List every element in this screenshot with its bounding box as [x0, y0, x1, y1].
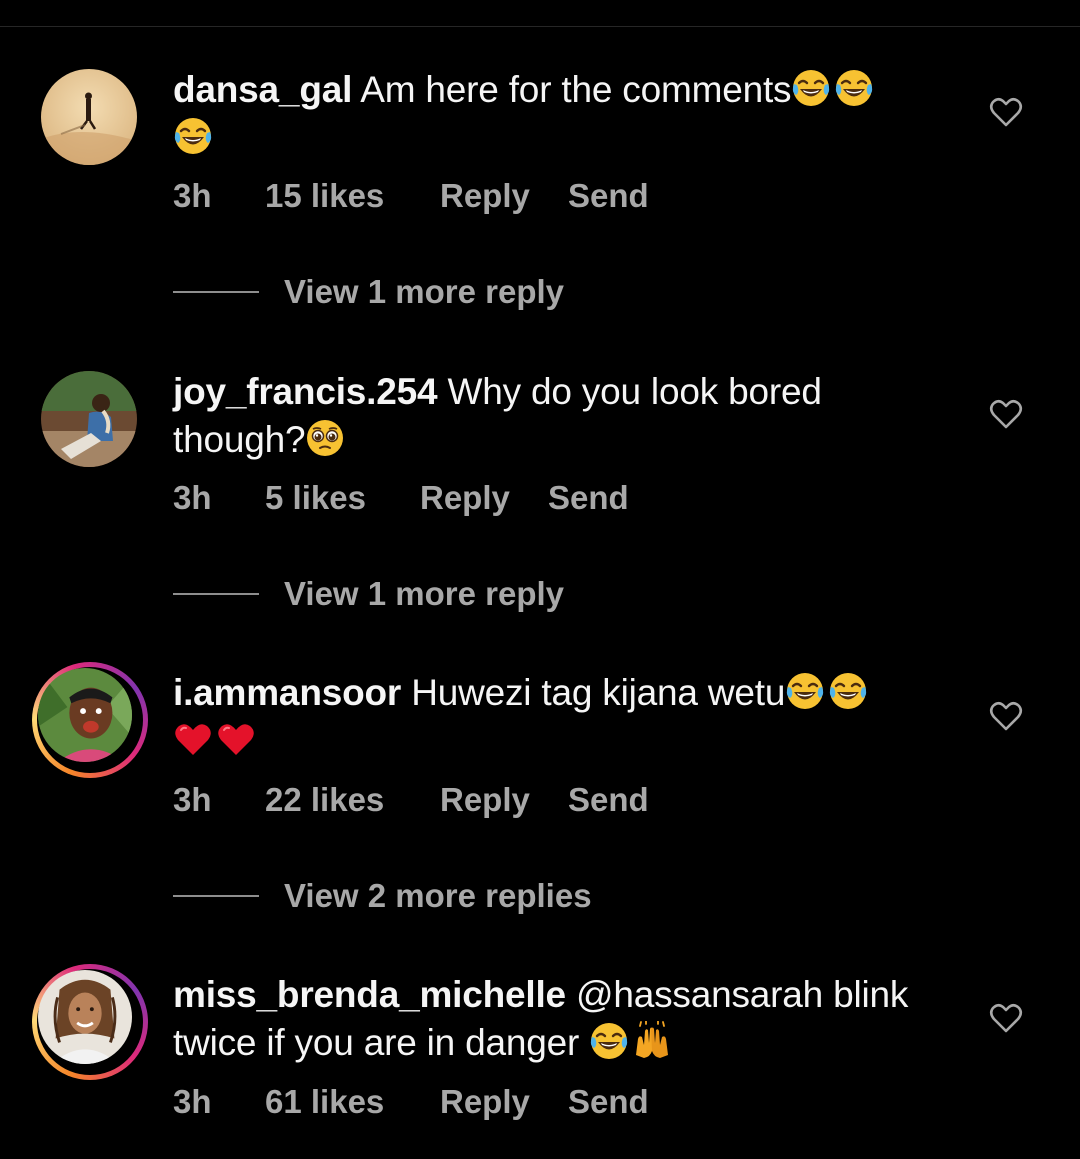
comment-time: 3h — [173, 781, 212, 818]
comment-body: Am here for the comments — [360, 69, 792, 110]
replies-divider — [173, 291, 259, 293]
like-heart-icon[interactable] — [989, 1001, 1023, 1035]
comment-body-continued: though? — [173, 419, 306, 460]
avatar[interactable] — [41, 371, 137, 467]
avatar-image — [38, 970, 132, 1064]
reply-button[interactable]: Reply — [420, 478, 510, 518]
avatar-image — [38, 668, 132, 762]
view-replies-button[interactable]: View 1 more reply — [284, 272, 564, 312]
tears-of-joy-emoji-icon — [589, 1021, 629, 1061]
raising-hands-emoji-icon — [635, 1021, 670, 1059]
like-heart-icon[interactable] — [989, 397, 1023, 431]
pleading-face-emoji-icon — [306, 419, 345, 457]
comment-body: Why do you look bored — [447, 371, 822, 412]
tears-of-joy-emoji-icon — [835, 68, 874, 108]
send-button[interactable]: Send — [568, 1082, 649, 1122]
reply-button[interactable]: Reply — [440, 176, 530, 216]
tears-of-joy-emoji-icon — [792, 68, 831, 108]
avatar[interactable] — [41, 69, 137, 165]
comment-text: miss_brenda_michelle @hassansarah blink t… — [173, 971, 953, 1067]
comment-text: joy_francis.254 Why do you look bored tho… — [173, 368, 953, 464]
view-replies-button[interactable]: View 2 more replies — [284, 876, 592, 916]
comment-text: dansa_gal Am here for the comments — [173, 66, 953, 162]
comment-mention[interactable]: @hassansarah — [576, 974, 823, 1015]
comment-time: 3h — [173, 177, 212, 214]
reply-button[interactable]: Reply — [440, 780, 530, 820]
avatar-story-ring[interactable] — [32, 964, 148, 1080]
comment-body-continued: twice if you are in danger — [173, 1022, 580, 1063]
comment-likes[interactable]: 22 likes — [265, 780, 384, 820]
tears-of-joy-emoji-icon — [173, 116, 213, 156]
send-button[interactable]: Send — [548, 478, 629, 518]
comment-likes[interactable]: 5 likes — [265, 478, 366, 518]
send-button[interactable]: Send — [568, 780, 649, 820]
top-divider — [0, 26, 1080, 27]
send-button[interactable]: Send — [568, 176, 649, 216]
replies-divider — [173, 593, 259, 595]
comment-body: Huwezi tag kijana wetu — [411, 672, 786, 713]
red-heart-emoji-icon — [174, 723, 212, 756]
comment-text: i.ammansoor Huwezi tag kijana wetu — [173, 669, 953, 765]
comment-likes[interactable]: 61 likes — [265, 1082, 384, 1122]
comment-time: 3h — [173, 1083, 212, 1120]
comment-username[interactable]: miss_brenda_michelle — [173, 974, 566, 1015]
tears-of-joy-emoji-icon — [828, 671, 868, 711]
avatar-story-ring[interactable] — [32, 662, 148, 778]
avatar-image — [41, 371, 137, 467]
comment-username[interactable]: dansa_gal — [173, 69, 352, 110]
comment-body: blink — [833, 974, 909, 1015]
comment-username[interactable]: joy_francis.254 — [173, 371, 438, 412]
like-heart-icon[interactable] — [989, 95, 1023, 129]
comment-username[interactable]: i.ammansoor — [173, 672, 401, 713]
avatar-image — [41, 69, 137, 165]
comment-likes[interactable]: 15 likes — [265, 176, 384, 216]
like-heart-icon[interactable] — [989, 699, 1023, 733]
comment-time: 3h — [173, 479, 212, 516]
view-replies-button[interactable]: View 1 more reply — [284, 574, 564, 614]
reply-button[interactable]: Reply — [440, 1082, 530, 1122]
replies-divider — [173, 895, 259, 897]
tears-of-joy-emoji-icon — [785, 671, 825, 711]
red-heart-emoji-icon — [217, 723, 255, 756]
